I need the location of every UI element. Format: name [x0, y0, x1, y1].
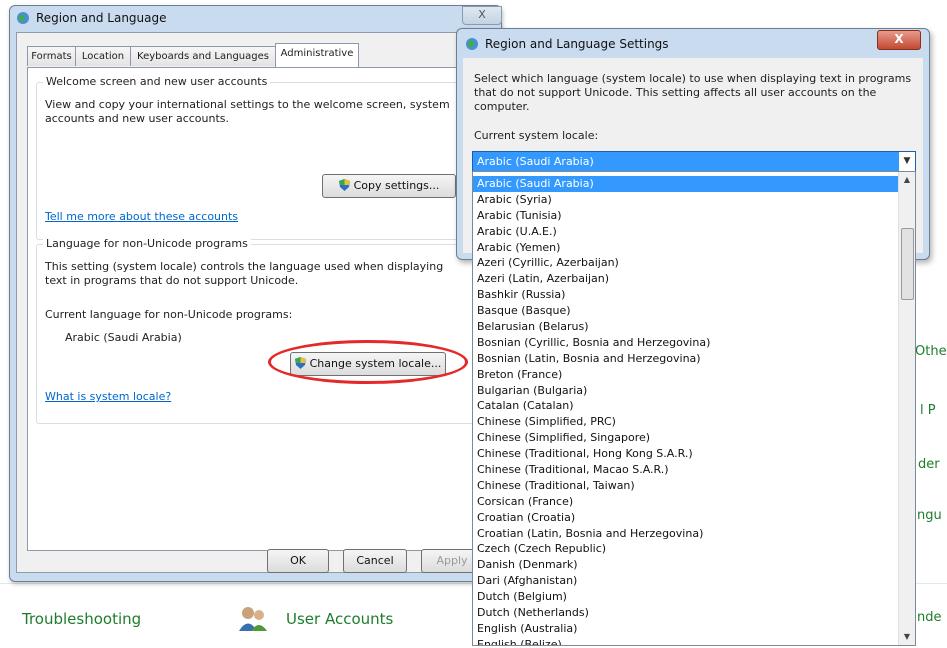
- locale-description-line1: This setting (system locale) controls th…: [45, 260, 444, 273]
- locale-option[interactable]: Croatian (Croatia): [473, 510, 899, 526]
- tab-keyboards-languages[interactable]: Keyboards and Languages: [130, 46, 276, 66]
- cancel-button[interactable]: Cancel: [343, 549, 407, 573]
- locale-option[interactable]: Bosnian (Latin, Bosnia and Herzegovina): [473, 351, 899, 367]
- locale-option[interactable]: Arabic (U.A.E.): [473, 224, 899, 240]
- locale-option[interactable]: Chinese (Simplified, PRC): [473, 414, 899, 430]
- welcome-description-line2: accounts and new user accounts.: [45, 112, 230, 125]
- locale-option[interactable]: English (Belize): [473, 637, 899, 645]
- dropdown-scrollbar[interactable]: ▲ ▼: [898, 172, 915, 645]
- current-language-label: Current language for non-Unicode program…: [45, 308, 293, 321]
- copy-settings-button[interactable]: Copy settings...: [322, 174, 456, 198]
- locale-option[interactable]: Chinese (Simplified, Singapore): [473, 430, 899, 446]
- welcome-group-title: Welcome screen and new user accounts: [43, 75, 271, 88]
- non-unicode-group-title: Language for non-Unicode programs: [43, 237, 251, 250]
- bg-fragment-2[interactable]: l P: [920, 403, 936, 418]
- tab-administrative[interactable]: Administrative: [275, 43, 359, 67]
- highlight-ellipse: [268, 340, 468, 384]
- locale-option[interactable]: Bulgarian (Bulgaria): [473, 383, 899, 399]
- window-title: Region and Language: [36, 11, 167, 25]
- bg-fragment-4[interactable]: ngu: [917, 508, 942, 523]
- scroll-down-arrow-icon[interactable]: ▼: [899, 629, 915, 645]
- system-locale-selected-value: Arabic (Saudi Arabia): [477, 155, 594, 168]
- ok-button[interactable]: OK: [267, 549, 329, 573]
- welcome-description-line1: View and copy your international setting…: [45, 98, 450, 111]
- settings-close-button[interactable]: X: [877, 30, 921, 50]
- administrative-panel: Welcome screen and new user accounts Vie…: [27, 67, 479, 551]
- locale-option[interactable]: Chinese (Traditional, Taiwan): [473, 478, 899, 494]
- user-accounts-link[interactable]: User Accounts: [286, 610, 393, 628]
- locale-option[interactable]: Danish (Denmark): [473, 557, 899, 573]
- locale-description-line2: text in programs that do not support Uni…: [45, 274, 299, 287]
- scroll-up-arrow-icon[interactable]: ▲: [899, 172, 915, 188]
- locale-option[interactable]: Dutch (Belgium): [473, 589, 899, 605]
- tab-location[interactable]: Location: [75, 46, 131, 66]
- system-locale-combobox[interactable]: Arabic (Saudi Arabia) ▼: [472, 151, 916, 172]
- locale-option[interactable]: Croatian (Latin, Bosnia and Herzegovina): [473, 526, 899, 542]
- dialog-body: Formats Location Keyboards and Languages…: [16, 32, 495, 573]
- locale-dialog-description-line1: Select which language (system locale) to…: [474, 72, 912, 85]
- locale-option[interactable]: Chinese (Traditional, Hong Kong S.A.R.): [473, 446, 899, 462]
- locale-option[interactable]: Chinese (Traditional, Macao S.A.R.): [473, 462, 899, 478]
- troubleshooting-link[interactable]: Troubleshooting: [22, 610, 141, 628]
- locale-option[interactable]: Breton (France): [473, 367, 899, 383]
- locale-option[interactable]: Basque (Basque): [473, 303, 899, 319]
- locale-option[interactable]: Czech (Czech Republic): [473, 541, 899, 557]
- bg-fragment-5[interactable]: nde: [917, 610, 942, 625]
- locale-option[interactable]: Belarusian (Belarus): [473, 319, 899, 335]
- locale-option[interactable]: Bashkir (Russia): [473, 287, 899, 303]
- locale-option[interactable]: Azeri (Cyrillic, Azerbaijan): [473, 255, 899, 271]
- locale-option[interactable]: Arabic (Syria): [473, 192, 899, 208]
- current-system-locale-label: Current system locale:: [474, 129, 599, 142]
- scroll-thumb[interactable]: [901, 228, 914, 300]
- what-is-system-locale-link[interactable]: What is system locale?: [45, 390, 171, 403]
- chevron-down-icon[interactable]: ▼: [899, 152, 915, 171]
- locale-option[interactable]: Arabic (Yemen): [473, 240, 899, 256]
- current-language-value: Arabic (Saudi Arabia): [65, 331, 182, 344]
- locale-option[interactable]: Corsican (France): [473, 494, 899, 510]
- locale-option[interactable]: Dutch (Netherlands): [473, 605, 899, 621]
- region-language-window: Region and Language X Formats Location K…: [9, 5, 502, 582]
- tell-me-more-link[interactable]: Tell me more about these accounts: [45, 210, 238, 223]
- bg-fragment-3[interactable]: der: [918, 457, 940, 472]
- locale-option[interactable]: Bosnian (Cyrillic, Bosnia and Herzegovin…: [473, 335, 899, 351]
- tab-formats[interactable]: Formats: [27, 46, 76, 66]
- window-close-button[interactable]: X: [462, 6, 502, 25]
- globe-icon: [16, 11, 30, 28]
- bg-fragment-other[interactable]: Othe: [915, 344, 947, 359]
- locale-option[interactable]: English (Australia): [473, 621, 899, 637]
- globe-icon: [465, 37, 479, 54]
- locale-option[interactable]: Catalan (Catalan): [473, 398, 899, 414]
- copy-settings-label: Copy settings...: [353, 179, 440, 192]
- locale-options: Arabic (Saudi Arabia) Arabic (Syria) Arabi…: [473, 176, 899, 645]
- system-locale-dropdown-list[interactable]: Arabic (Saudi Arabia) Arabic (Syria) Arabi…: [472, 171, 916, 646]
- locale-option[interactable]: Arabic (Tunisia): [473, 208, 899, 224]
- locale-option[interactable]: Arabic (Saudi Arabia): [473, 176, 899, 192]
- user-accounts-icon: [238, 604, 268, 632]
- settings-window-title: Region and Language Settings: [485, 37, 669, 51]
- uac-shield-icon: [338, 177, 350, 191]
- locale-dialog-description-line3: computer.: [474, 100, 530, 113]
- locale-dialog-description-line2: that do not support Unicode. This settin…: [474, 86, 877, 99]
- locale-option[interactable]: Azeri (Latin, Azerbaijan): [473, 271, 899, 287]
- locale-option[interactable]: Dari (Afghanistan): [473, 573, 899, 589]
